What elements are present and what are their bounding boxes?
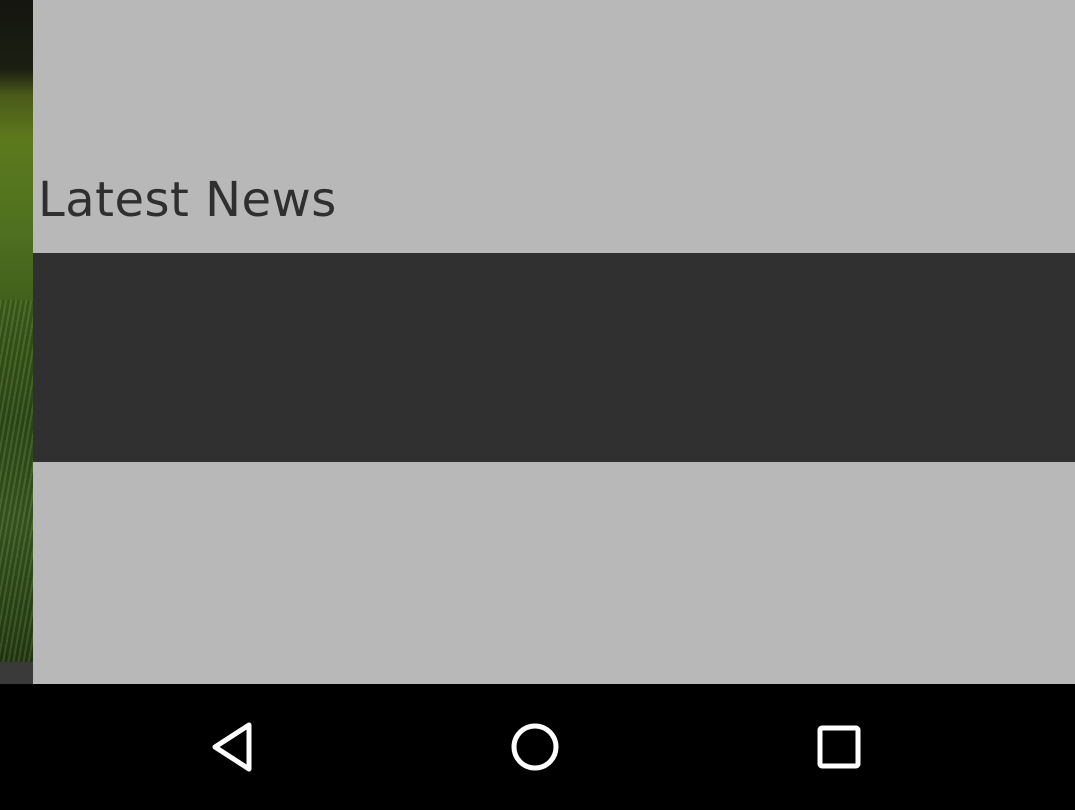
news-panel: Latest News: [33, 0, 1075, 684]
latest-news-title: Latest News: [38, 172, 337, 228]
screen: Latest News: [0, 0, 1075, 810]
back-button[interactable]: [198, 712, 268, 782]
back-triangle-icon: [212, 722, 252, 772]
system-navigation-bar: [0, 684, 1075, 810]
recents-square-icon: [817, 725, 861, 769]
news-list-item[interactable]: [33, 253, 1075, 462]
background-photo: [0, 0, 34, 684]
recents-button[interactable]: [804, 712, 874, 782]
background-toolbar-edge: [0, 662, 34, 684]
home-button[interactable]: [500, 712, 570, 782]
home-circle-icon: [511, 723, 559, 771]
